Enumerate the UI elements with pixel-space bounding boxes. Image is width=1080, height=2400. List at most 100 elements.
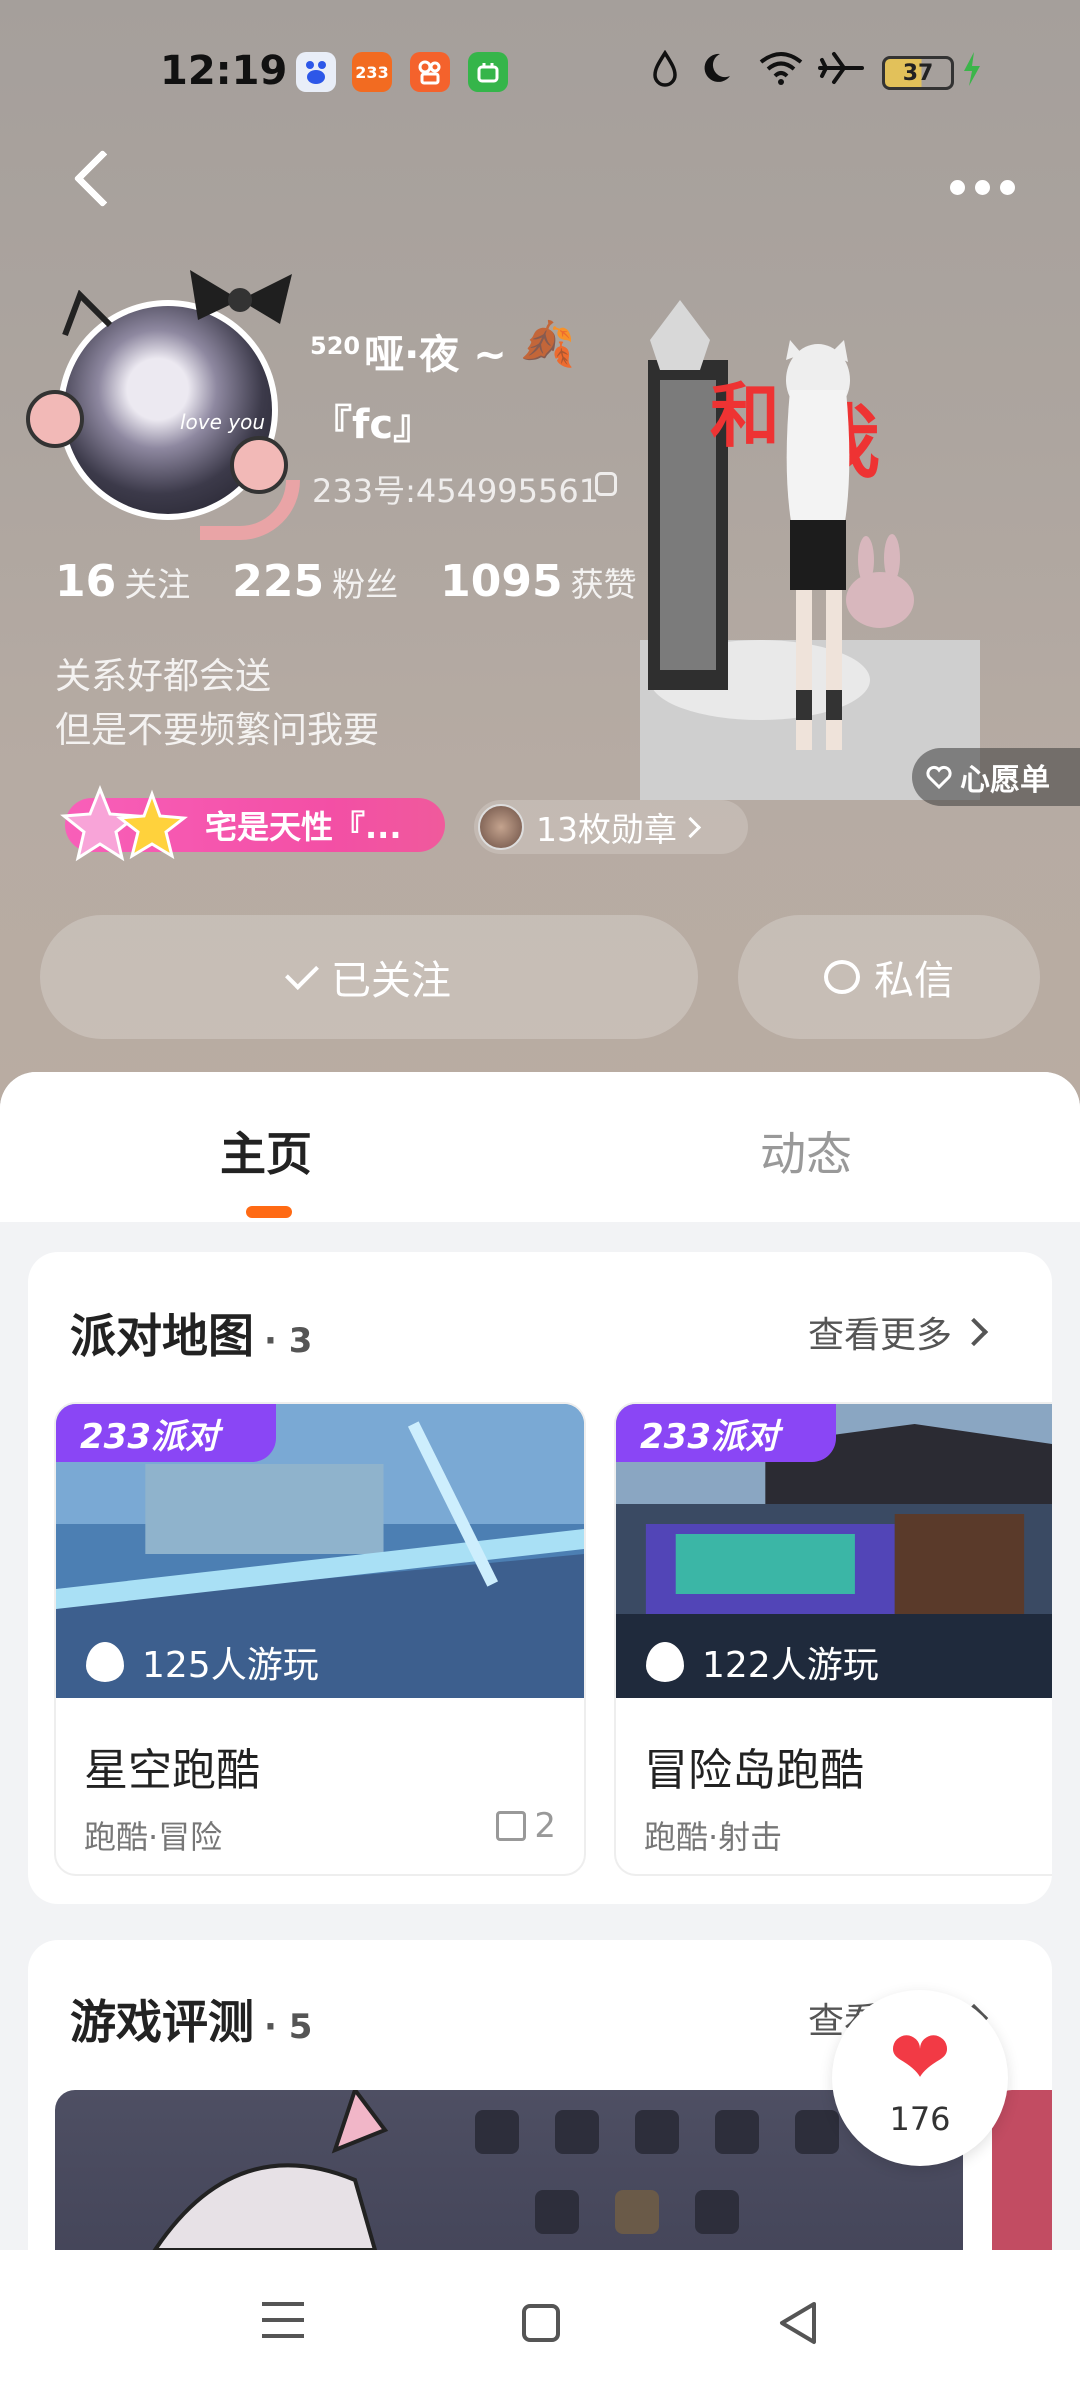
avatar-caption: love you [180, 410, 266, 434]
like-count[interactable]: 2 [496, 1806, 556, 1846]
wishlist-button[interactable]: 心愿单 [912, 748, 1080, 806]
followers-value: 225 [232, 556, 325, 607]
more-dot-icon [950, 180, 965, 195]
tab-activity[interactable]: 动态 [760, 1118, 852, 1184]
water-drop-icon [650, 49, 680, 97]
character-avatar[interactable]: 和 我 [640, 300, 980, 800]
bio-line: 关系好都会送 [55, 656, 272, 697]
bio-line: 但是不要频繁问我要 [55, 710, 380, 751]
party-map-card[interactable]: 233派对 125人游玩 星空跑酷 跑酷·冒险 2 [54, 1402, 586, 1876]
party-maps-title: 派对地图 [70, 1309, 254, 1363]
home-button[interactable] [522, 2304, 560, 2342]
recents-button[interactable] [262, 2302, 304, 2338]
thumbs-up-icon [496, 1811, 527, 1841]
followed-label: 已关注 [331, 958, 451, 1004]
avatar[interactable]: love you [26, 260, 300, 550]
followers-count[interactable]: 225 粉丝 [232, 556, 398, 607]
party-tag: 233派对 [56, 1404, 276, 1462]
active-tab-indicator [246, 1206, 292, 1218]
charging-icon [960, 50, 984, 97]
section-title-game-reviews: 游戏评测 · 5 [70, 1986, 312, 2052]
map-name: 冒险岛跑酷 [644, 1745, 864, 1796]
menu-line-icon [262, 2318, 304, 2322]
following-label: 关注 [124, 565, 191, 604]
heart-icon: ❤ [888, 2015, 951, 2101]
profile-bio: 关系好都会送 但是不要频繁问我要 [55, 650, 379, 758]
following-count[interactable]: 16 关注 [55, 556, 190, 607]
likes-received-value: 1095 [440, 556, 563, 607]
status-time: 12:19 [160, 48, 288, 94]
see-more-party-maps[interactable]: 查看更多 [808, 1306, 989, 1358]
kuaishou-icon [410, 52, 450, 92]
baidu-icon [296, 52, 336, 92]
review-thumbnail[interactable] [55, 2090, 963, 2250]
party-tag: 233派对 [616, 1404, 836, 1462]
svg-text:和: 和 [710, 374, 780, 457]
user-id: 233号:454995561 [312, 472, 600, 510]
section-title-party-maps: 派对地图 · 3 [70, 1300, 312, 1366]
followed-button[interactable]: 已关注 [40, 915, 698, 1039]
map-tags: 跑酷·冒险 [84, 1818, 223, 1856]
leaf-icon: 🍂 [520, 319, 575, 370]
message-button[interactable]: 私信 [738, 915, 1040, 1039]
map-name: 星空跑酷 [84, 1745, 260, 1796]
name-line1: 哑·夜 ~ [364, 332, 507, 378]
floating-like-button[interactable]: ❤ 176 [832, 1990, 1008, 2166]
cat-ear-icon [62, 290, 113, 337]
player-count: 125人游玩 [142, 1645, 319, 1686]
status-bar: 12:19 233 37 [0, 40, 1080, 110]
battery-level: 37 [902, 60, 934, 86]
paw-icon [26, 390, 84, 448]
following-value: 16 [55, 556, 117, 607]
party-map-card[interactable]: 233派对 122人游玩 冒险岛跑酷 跑酷·射击 [614, 1402, 1052, 1876]
wishlist-label: 心愿单 [960, 763, 1050, 798]
like-count-value: 2 [534, 1806, 556, 1846]
heart-outline-icon [926, 765, 952, 789]
party-maps-count: · 3 [264, 1321, 313, 1361]
menu-line-icon [262, 2302, 304, 2306]
reviews-count: · 5 [264, 2007, 313, 2047]
fire-icon [646, 1642, 684, 1682]
back-triangle-icon[interactable] [776, 2300, 820, 2346]
map-tags: 跑酷·射击 [644, 1818, 783, 1856]
moon-icon [698, 50, 734, 95]
stars-badge-icon [60, 784, 188, 862]
name-prefix: 520 [310, 331, 361, 360]
medals-label: 13枚勋章 [536, 810, 677, 849]
tab-bar [0, 1072, 1080, 1222]
chevron-right-icon [679, 816, 702, 838]
floating-like-count: 176 [889, 2100, 951, 2138]
airplane-mode-icon [818, 50, 864, 95]
bow-icon [190, 270, 292, 324]
likes-received-count[interactable]: 1095 获赞 [440, 556, 636, 607]
review-thumbnail[interactable] [992, 2090, 1052, 2250]
copy-icon[interactable] [595, 472, 617, 496]
battery-indicator: 37 [882, 56, 954, 90]
profile-name: 520 哑·夜 ~ [310, 322, 507, 380]
followers-label: 粉丝 [332, 565, 399, 604]
see-more-label: 查看更多 [808, 1315, 953, 1356]
more-dot-icon [975, 180, 990, 195]
chat-bubble-icon [824, 960, 860, 994]
checkmark-icon [285, 956, 319, 990]
wifi-icon [758, 50, 804, 95]
cat-tail-decoration [200, 480, 300, 540]
more-dot-icon [1000, 180, 1015, 195]
likes-received-label: 获赞 [570, 565, 637, 604]
more-options-button[interactable] [950, 180, 1015, 195]
tab-home[interactable]: 主页 [220, 1118, 312, 1184]
reviews-title: 游戏评测 [70, 1995, 254, 2049]
233-icon: 233 [352, 52, 392, 92]
player-count: 122人游玩 [702, 1645, 879, 1686]
menu-line-icon [262, 2334, 304, 2338]
message-label: 私信 [874, 958, 954, 1004]
fire-icon [86, 1642, 124, 1682]
chevron-right-icon [959, 1317, 989, 1347]
medal-icon [478, 804, 524, 850]
review-thumbnail-art [152, 2090, 839, 2250]
title-badge-label: 宅是天性『... [205, 808, 402, 846]
profile-stats: 16 关注 225 粉丝 1095 获赞 [55, 556, 679, 607]
233-icon-label: 233 [355, 62, 389, 82]
profile-name-line2: 『fc』 [312, 402, 434, 448]
wechat-icon [468, 52, 508, 92]
